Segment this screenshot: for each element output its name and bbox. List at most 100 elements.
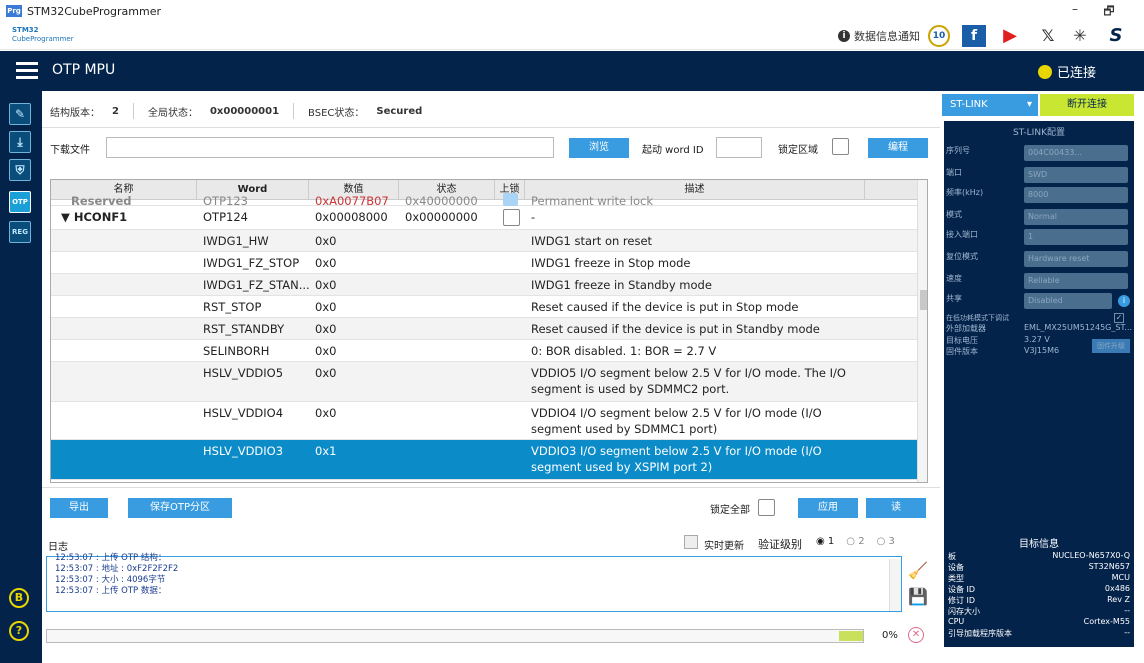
download-row: 下载文件 浏览 起动 word ID 锁定区域 编程 — [50, 135, 930, 161]
info-icon[interactable]: i — [1118, 295, 1130, 307]
cell-value: 0x0 — [315, 256, 337, 270]
sidebar-item-memory-edit[interactable]: ✎ — [9, 103, 31, 125]
table-row[interactable]: ▼ HCONF1 OTP124 0x00008000 0x00000000 - — [51, 206, 917, 230]
verbosity-radio-2[interactable]: ○ 2 — [846, 536, 864, 547]
table-row[interactable]: IWDG1_FZ_STOP 0x0 IWDG1 freeze in Stop m… — [51, 252, 917, 274]
table-row[interactable]: SELINBORH 0x0 0: BOR disabled. 1: BOR = … — [51, 340, 917, 362]
disconnect-button[interactable]: 断开连接 — [1040, 94, 1134, 116]
verbosity-radio-3[interactable]: ○ 3 — [877, 536, 895, 547]
serial-select[interactable]: 004C00433... — [1024, 145, 1128, 161]
hamburger-menu-icon[interactable] — [16, 62, 38, 80]
anniversary-icon[interactable]: 10 — [928, 25, 950, 47]
verbosity-radio-group: ◉ 1 ○ 2 ○ 3 — [816, 536, 895, 547]
network-icon[interactable]: ✳ — [1068, 25, 1092, 47]
cell-desc: Reset caused if the device is put in Sto… — [531, 300, 799, 314]
realtime-label: 实时更新 — [704, 541, 744, 552]
connection-status: 已连接 — [1038, 62, 1096, 81]
target-row-flash-size: 闪存大小 -- — [948, 606, 1130, 616]
cell-desc: IWDG1 start on reset — [531, 234, 653, 248]
table-row[interactable]: HSLV_VDDIO5 0x0 VDDIO5 I/O segment below… — [51, 362, 917, 402]
stm32-logo: STM32 CubeProgrammer — [12, 26, 82, 46]
table-row-selected[interactable]: HSLV_VDDIO3 0x1 VDDIO3 I/O segment below… — [51, 440, 917, 480]
page-title: OTP MPU — [52, 62, 116, 78]
apply-button[interactable]: 应用 — [798, 498, 858, 518]
frequency-select[interactable]: 8000 — [1024, 187, 1128, 203]
shared-select[interactable]: Disabled — [1024, 293, 1112, 309]
table-row[interactable]: IWDG1_FZ_STAN... 0x0 IWDG1 freeze in Sta… — [51, 274, 917, 296]
cell-word: HSLV_VDDIO4 — [203, 406, 284, 420]
start-word-label: 起动 word ID — [642, 145, 704, 156]
export-button[interactable]: 导出 — [50, 498, 108, 518]
brand-bar: STM32 CubeProgrammer i 数据信息通知 10 f ▶ 𝕏 ✳… — [0, 22, 1144, 50]
access-port-select[interactable]: 1 — [1024, 229, 1128, 245]
port-select[interactable]: SWD — [1024, 167, 1128, 183]
clear-log-icon[interactable]: 🧹 — [908, 561, 928, 580]
verbosity-label: 验证级别 — [758, 538, 802, 551]
maximize-button[interactable]: 🗗 — [1094, 2, 1124, 20]
save-log-icon[interactable]: 💾 — [908, 587, 928, 606]
table-row[interactable]: RST_STOP 0x0 Reset caused if the device … — [51, 296, 917, 318]
realtime-checkbox[interactable] — [684, 535, 698, 549]
app-icon: Prg — [6, 5, 22, 17]
table-row[interactable]: IWDG1_HW 0x0 IWDG1 start on reset — [51, 230, 917, 252]
verbosity-radio-1[interactable]: ◉ 1 — [816, 536, 834, 547]
facebook-icon[interactable]: f — [962, 25, 986, 47]
cancel-icon[interactable]: ✕ — [908, 627, 924, 643]
cell-desc: IWDG1 freeze in Stop mode — [531, 256, 691, 270]
progress-percent: 0% — [882, 630, 898, 641]
read-button[interactable]: 读 — [866, 498, 926, 518]
stlink-config-title: ST-LINK配置 — [1013, 128, 1065, 138]
download-file-input[interactable] — [106, 137, 554, 158]
mode-label: 模式 — [946, 210, 962, 219]
help-icon[interactable]: ? — [9, 621, 29, 641]
minimize-button[interactable]: – — [1060, 2, 1090, 20]
save-otp-partition-button[interactable]: 保存OTP分区 — [128, 498, 232, 518]
otp-info-bar: 结构版本： 2 全局状态： 0x00000001 BSEC状态： Secured — [50, 101, 422, 121]
interface-select[interactable]: ST-LINK ▾ — [942, 94, 1038, 116]
log-scrollbar[interactable] — [889, 559, 901, 611]
target-row-cpu: CPU Cortex-M55 — [948, 617, 1130, 626]
cell-desc: Reset caused if the device is put in Sta… — [531, 322, 820, 336]
debug-low-power-checkbox[interactable]: ✓ — [1114, 313, 1124, 323]
lock-checkbox[interactable] — [503, 193, 518, 206]
cell-desc: VDDIO5 I/O segment below 2.5 V for I/O m… — [531, 366, 846, 396]
table-row[interactable]: Reserved OTP123 0xA0077B07 0x40000000 Pe… — [51, 192, 917, 208]
scroll-thumb[interactable] — [920, 290, 927, 310]
lock-all-checkbox[interactable] — [758, 499, 775, 516]
cell-value: 0x0 — [315, 234, 337, 248]
cell-word: HSLV_VDDIO3 — [203, 444, 284, 458]
cell-value: 0x00008000 — [315, 210, 388, 224]
sidebar-item-option-bytes[interactable]: ⛨ — [9, 159, 31, 181]
table-body: Reserved OTP123 0xA0077B07 0x40000000 Pe… — [51, 193, 917, 482]
target-row-board: 板 NUCLEO-N657X0-Q — [948, 551, 1130, 561]
youtube-icon[interactable]: ▶ — [998, 25, 1022, 47]
reset-mode-select[interactable]: Hardware reset — [1024, 251, 1128, 267]
mode-select[interactable]: Normal — [1024, 209, 1128, 225]
shield-icon: ⛨ — [15, 163, 25, 177]
lock-checkbox[interactable] — [503, 209, 520, 226]
cell-name: ▼ HCONF1 — [61, 210, 128, 224]
table-row[interactable]: HSLV_VDDIO4 0x0 VDDIO4 I/O segment below… — [51, 402, 917, 440]
port-label: 端口 — [946, 168, 962, 177]
log-output[interactable]: 12:53:07 : 上传 OTP 结构： 12:53:07 : 地址 : 0x… — [46, 553, 902, 612]
pencil-icon: ✎ — [14, 107, 26, 121]
speed-select[interactable]: Reliable — [1024, 273, 1128, 289]
firmware-update-button[interactable]: 固件升级 — [1092, 339, 1130, 353]
sidebar-bottom-icon[interactable]: B — [9, 588, 29, 608]
download-icon: ⤓ — [17, 135, 23, 149]
st-logo-icon[interactable]: S — [1104, 25, 1128, 47]
browse-button[interactable]: 浏览 — [569, 138, 629, 158]
sidebar-item-download[interactable]: ⤓ — [9, 131, 31, 153]
program-button[interactable]: 编程 — [868, 138, 928, 158]
table-scrollbar[interactable] — [917, 180, 927, 482]
sidebar-item-otp[interactable]: OTP — [9, 191, 31, 213]
table-row[interactable]: RST_STANDBY 0x0 Reset caused if the devi… — [51, 318, 917, 340]
cell-word: RST_STANDBY — [203, 322, 285, 336]
notification-link[interactable]: i 数据信息通知 — [838, 28, 920, 44]
start-word-input[interactable] — [716, 137, 762, 158]
ext-loader-value: EML_MX25UM51245G_ST... — [1024, 323, 1132, 332]
lock-area-checkbox[interactable] — [832, 138, 849, 155]
x-twitter-icon[interactable]: 𝕏 — [1036, 25, 1060, 47]
expand-arrow-icon[interactable]: ▼ — [61, 210, 74, 224]
sidebar-item-reg[interactable]: REG — [9, 221, 31, 243]
